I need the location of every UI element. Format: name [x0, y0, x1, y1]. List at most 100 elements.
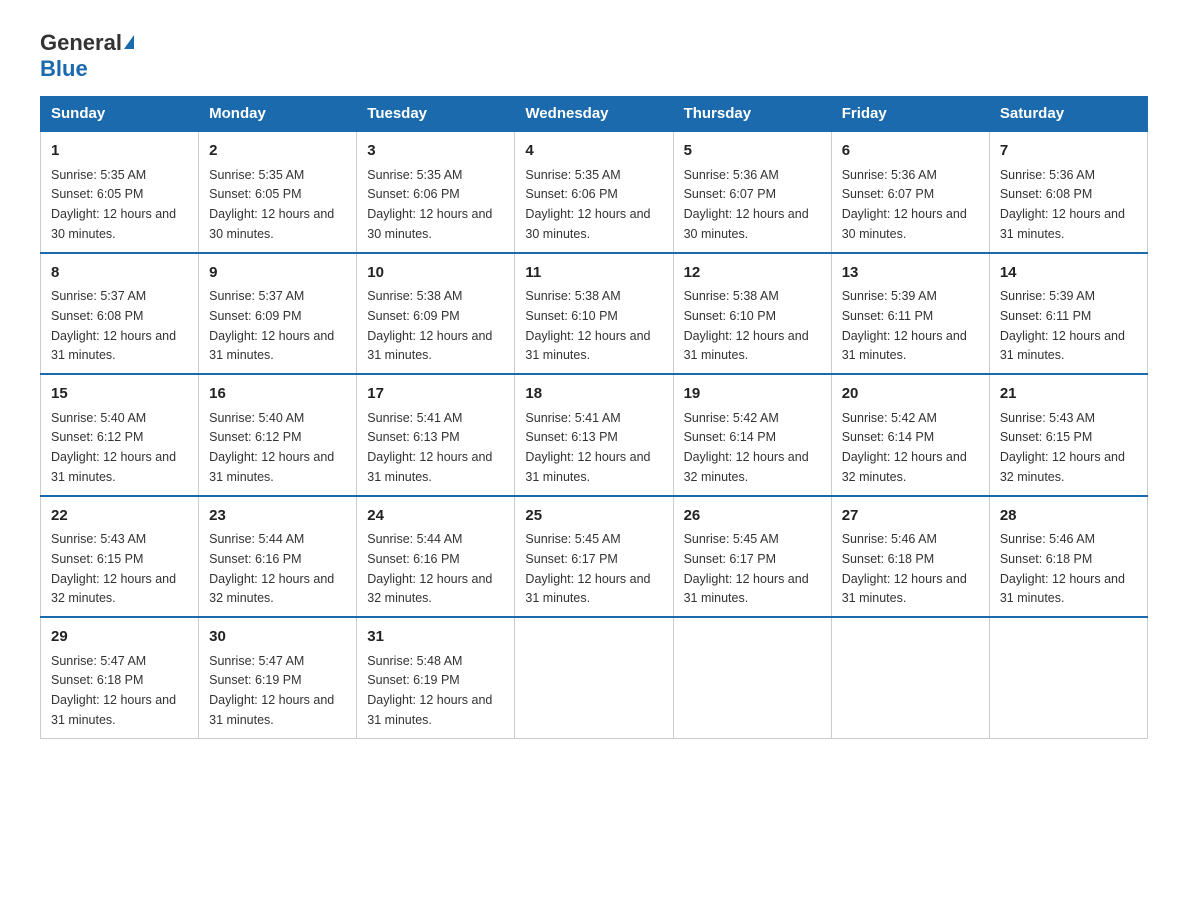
- calendar-cell: 20 Sunrise: 5:42 AMSunset: 6:14 PMDaylig…: [831, 374, 989, 496]
- day-info: Sunrise: 5:38 AMSunset: 6:09 PMDaylight:…: [367, 289, 492, 362]
- page-header: General Blue: [40, 30, 1148, 82]
- day-info: Sunrise: 5:43 AMSunset: 6:15 PMDaylight:…: [1000, 411, 1125, 484]
- calendar-cell: 28 Sunrise: 5:46 AMSunset: 6:18 PMDaylig…: [989, 496, 1147, 618]
- day-number: 24: [367, 505, 504, 528]
- day-info: Sunrise: 5:41 AMSunset: 6:13 PMDaylight:…: [525, 411, 650, 484]
- day-number: 30: [209, 626, 346, 649]
- day-number: 4: [525, 140, 662, 163]
- calendar-cell: 17 Sunrise: 5:41 AMSunset: 6:13 PMDaylig…: [357, 374, 515, 496]
- day-info: Sunrise: 5:46 AMSunset: 6:18 PMDaylight:…: [842, 532, 967, 605]
- day-info: Sunrise: 5:39 AMSunset: 6:11 PMDaylight:…: [1000, 289, 1125, 362]
- day-number: 14: [1000, 262, 1137, 285]
- calendar-cell: 25 Sunrise: 5:45 AMSunset: 6:17 PMDaylig…: [515, 496, 673, 618]
- calendar-cell: 15 Sunrise: 5:40 AMSunset: 6:12 PMDaylig…: [41, 374, 199, 496]
- day-info: Sunrise: 5:37 AMSunset: 6:09 PMDaylight:…: [209, 289, 334, 362]
- logo-blue: Blue: [40, 56, 88, 81]
- day-info: Sunrise: 5:35 AMSunset: 6:06 PMDaylight:…: [367, 168, 492, 241]
- day-number: 20: [842, 383, 979, 406]
- calendar-cell: 22 Sunrise: 5:43 AMSunset: 6:15 PMDaylig…: [41, 496, 199, 618]
- calendar-cell: 31 Sunrise: 5:48 AMSunset: 6:19 PMDaylig…: [357, 617, 515, 738]
- calendar-cell: 8 Sunrise: 5:37 AMSunset: 6:08 PMDayligh…: [41, 253, 199, 375]
- calendar-week-row: 22 Sunrise: 5:43 AMSunset: 6:15 PMDaylig…: [41, 496, 1148, 618]
- calendar-cell: [673, 617, 831, 738]
- calendar-week-row: 29 Sunrise: 5:47 AMSunset: 6:18 PMDaylig…: [41, 617, 1148, 738]
- day-info: Sunrise: 5:47 AMSunset: 6:18 PMDaylight:…: [51, 654, 176, 727]
- col-header-monday: Monday: [199, 97, 357, 132]
- calendar-table: SundayMondayTuesdayWednesdayThursdayFrid…: [40, 96, 1148, 739]
- day-number: 6: [842, 140, 979, 163]
- logo-triangle-icon: [124, 35, 134, 49]
- day-info: Sunrise: 5:36 AMSunset: 6:07 PMDaylight:…: [842, 168, 967, 241]
- calendar-cell: 14 Sunrise: 5:39 AMSunset: 6:11 PMDaylig…: [989, 253, 1147, 375]
- day-info: Sunrise: 5:36 AMSunset: 6:07 PMDaylight:…: [684, 168, 809, 241]
- day-number: 9: [209, 262, 346, 285]
- day-number: 21: [1000, 383, 1137, 406]
- calendar-cell: [515, 617, 673, 738]
- calendar-week-row: 8 Sunrise: 5:37 AMSunset: 6:08 PMDayligh…: [41, 253, 1148, 375]
- day-info: Sunrise: 5:40 AMSunset: 6:12 PMDaylight:…: [51, 411, 176, 484]
- day-number: 27: [842, 505, 979, 528]
- day-number: 3: [367, 140, 504, 163]
- calendar-cell: 24 Sunrise: 5:44 AMSunset: 6:16 PMDaylig…: [357, 496, 515, 618]
- day-number: 2: [209, 140, 346, 163]
- day-number: 29: [51, 626, 188, 649]
- calendar-cell: 11 Sunrise: 5:38 AMSunset: 6:10 PMDaylig…: [515, 253, 673, 375]
- day-number: 18: [525, 383, 662, 406]
- day-number: 31: [367, 626, 504, 649]
- day-number: 23: [209, 505, 346, 528]
- calendar-cell: 30 Sunrise: 5:47 AMSunset: 6:19 PMDaylig…: [199, 617, 357, 738]
- calendar-body: 1 Sunrise: 5:35 AMSunset: 6:05 PMDayligh…: [41, 131, 1148, 738]
- col-header-thursday: Thursday: [673, 97, 831, 132]
- logo-blue-text: Blue: [40, 56, 88, 82]
- logo: General Blue: [40, 30, 134, 82]
- calendar-cell: 27 Sunrise: 5:46 AMSunset: 6:18 PMDaylig…: [831, 496, 989, 618]
- day-info: Sunrise: 5:36 AMSunset: 6:08 PMDaylight:…: [1000, 168, 1125, 241]
- day-info: Sunrise: 5:45 AMSunset: 6:17 PMDaylight:…: [525, 532, 650, 605]
- calendar-cell: 16 Sunrise: 5:40 AMSunset: 6:12 PMDaylig…: [199, 374, 357, 496]
- day-number: 28: [1000, 505, 1137, 528]
- logo-text: General: [40, 30, 134, 56]
- day-number: 22: [51, 505, 188, 528]
- day-info: Sunrise: 5:42 AMSunset: 6:14 PMDaylight:…: [684, 411, 809, 484]
- day-info: Sunrise: 5:37 AMSunset: 6:08 PMDaylight:…: [51, 289, 176, 362]
- day-info: Sunrise: 5:35 AMSunset: 6:05 PMDaylight:…: [51, 168, 176, 241]
- col-header-friday: Friday: [831, 97, 989, 132]
- calendar-cell: 13 Sunrise: 5:39 AMSunset: 6:11 PMDaylig…: [831, 253, 989, 375]
- calendar-cell: 21 Sunrise: 5:43 AMSunset: 6:15 PMDaylig…: [989, 374, 1147, 496]
- day-info: Sunrise: 5:39 AMSunset: 6:11 PMDaylight:…: [842, 289, 967, 362]
- day-info: Sunrise: 5:35 AMSunset: 6:06 PMDaylight:…: [525, 168, 650, 241]
- calendar-cell: 12 Sunrise: 5:38 AMSunset: 6:10 PMDaylig…: [673, 253, 831, 375]
- day-number: 19: [684, 383, 821, 406]
- calendar-cell: 1 Sunrise: 5:35 AMSunset: 6:05 PMDayligh…: [41, 131, 199, 253]
- days-of-week-row: SundayMondayTuesdayWednesdayThursdayFrid…: [41, 97, 1148, 132]
- day-number: 10: [367, 262, 504, 285]
- day-number: 17: [367, 383, 504, 406]
- day-number: 7: [1000, 140, 1137, 163]
- calendar-cell: 26 Sunrise: 5:45 AMSunset: 6:17 PMDaylig…: [673, 496, 831, 618]
- calendar-week-row: 15 Sunrise: 5:40 AMSunset: 6:12 PMDaylig…: [41, 374, 1148, 496]
- day-number: 1: [51, 140, 188, 163]
- calendar-cell: 29 Sunrise: 5:47 AMSunset: 6:18 PMDaylig…: [41, 617, 199, 738]
- calendar-cell: 5 Sunrise: 5:36 AMSunset: 6:07 PMDayligh…: [673, 131, 831, 253]
- calendar-cell: 10 Sunrise: 5:38 AMSunset: 6:09 PMDaylig…: [357, 253, 515, 375]
- day-number: 15: [51, 383, 188, 406]
- col-header-tuesday: Tuesday: [357, 97, 515, 132]
- calendar-cell: [989, 617, 1147, 738]
- calendar-cell: 19 Sunrise: 5:42 AMSunset: 6:14 PMDaylig…: [673, 374, 831, 496]
- day-info: Sunrise: 5:41 AMSunset: 6:13 PMDaylight:…: [367, 411, 492, 484]
- day-info: Sunrise: 5:40 AMSunset: 6:12 PMDaylight:…: [209, 411, 334, 484]
- day-info: Sunrise: 5:46 AMSunset: 6:18 PMDaylight:…: [1000, 532, 1125, 605]
- calendar-week-row: 1 Sunrise: 5:35 AMSunset: 6:05 PMDayligh…: [41, 131, 1148, 253]
- logo-general: General: [40, 30, 134, 55]
- day-number: 25: [525, 505, 662, 528]
- day-number: 8: [51, 262, 188, 285]
- calendar-cell: 23 Sunrise: 5:44 AMSunset: 6:16 PMDaylig…: [199, 496, 357, 618]
- day-info: Sunrise: 5:38 AMSunset: 6:10 PMDaylight:…: [684, 289, 809, 362]
- day-info: Sunrise: 5:48 AMSunset: 6:19 PMDaylight:…: [367, 654, 492, 727]
- day-number: 26: [684, 505, 821, 528]
- calendar-cell: 7 Sunrise: 5:36 AMSunset: 6:08 PMDayligh…: [989, 131, 1147, 253]
- day-info: Sunrise: 5:44 AMSunset: 6:16 PMDaylight:…: [209, 532, 334, 605]
- day-number: 5: [684, 140, 821, 163]
- calendar-cell: 6 Sunrise: 5:36 AMSunset: 6:07 PMDayligh…: [831, 131, 989, 253]
- day-info: Sunrise: 5:35 AMSunset: 6:05 PMDaylight:…: [209, 168, 334, 241]
